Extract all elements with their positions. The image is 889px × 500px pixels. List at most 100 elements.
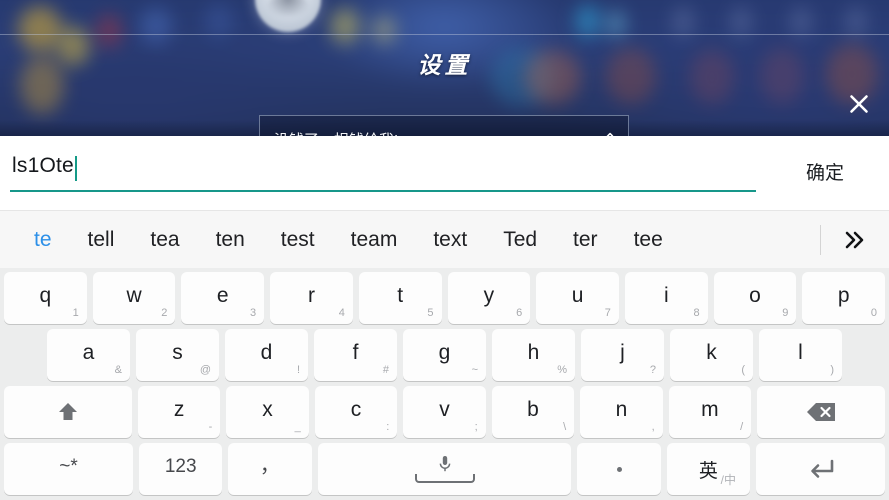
key-z[interactable]: z- (137, 386, 221, 438)
symbols-key[interactable]: ~* (4, 443, 134, 495)
space-key[interactable] (317, 443, 572, 495)
key-main-label: o (749, 283, 761, 307)
virtual-keyboard: q1w2e3r4t5y6u7i8o9p0 a & s @ d! f # g ~ h% j? k(l) … (0, 268, 889, 500)
suggestion-item[interactable]: team (333, 211, 416, 268)
period-icon (616, 466, 622, 472)
enter-key[interactable] (755, 443, 886, 495)
suggestion-item[interactable]: te (16, 211, 70, 268)
key-alt-label: 1 (72, 307, 79, 319)
key-main-label: d (260, 340, 273, 364)
key-main-label: m (701, 397, 719, 421)
key-a[interactable]: a & (47, 329, 130, 381)
key-alt-label: 6 (516, 307, 523, 319)
input-value: ls1Ote (12, 154, 74, 177)
suggestion-list[interactable]: te tell tea ten test team text Ted ter tee (0, 211, 814, 268)
key-g[interactable]: g ~ (403, 329, 486, 381)
key-y[interactable]: y6 (447, 272, 531, 324)
enter-icon (804, 458, 836, 480)
key-j[interactable]: j? (581, 329, 664, 381)
close-button[interactable] (839, 84, 879, 124)
key-k[interactable]: k( (670, 329, 753, 381)
expand-suggestions-button[interactable] (821, 211, 889, 269)
suggestion-bar: te tell tea ten test team text Ted ter tee (0, 210, 889, 268)
key-b[interactable]: b \ (491, 386, 575, 438)
key-main-label: x (262, 397, 273, 421)
key-q[interactable]: q1 (4, 272, 87, 324)
key-main-label: h (527, 340, 540, 364)
numbers-label: 123 (164, 455, 197, 477)
backspace-key[interactable] (757, 386, 885, 438)
key-e[interactable]: e3 (181, 272, 265, 324)
key-s[interactable]: s @ (136, 329, 219, 381)
suggestion-item[interactable]: tee (616, 211, 681, 268)
search-input[interactable]: ls1Ote (10, 150, 756, 194)
key-alt-label: 4 (338, 307, 345, 319)
comma-key[interactable]: ， (228, 443, 312, 495)
suggestion-item[interactable]: test (263, 211, 333, 268)
key-main-label: f (352, 340, 359, 364)
key-alt-label: ? (649, 364, 656, 376)
input-underline (10, 190, 756, 192)
period-key[interactable] (577, 443, 661, 495)
language-switch-key[interactable]: 英 /中 (666, 443, 750, 495)
key-n[interactable]: n, (580, 386, 663, 438)
key-main-label: b (527, 397, 539, 421)
text-caret (75, 156, 77, 181)
key-i[interactable]: i8 (624, 272, 708, 324)
key-alt-label: & (114, 364, 122, 376)
key-x[interactable]: x _ (226, 386, 309, 438)
key-main-label: k (706, 340, 717, 364)
suggestion-item[interactable]: text (415, 211, 485, 268)
key-t[interactable]: t5 (358, 272, 442, 324)
key-main-label: y (483, 283, 495, 307)
keyboard-row-1: q1w2e3r4t5y6u7i8o9p0 (4, 272, 886, 324)
key-alt-label: 0 (870, 307, 878, 319)
key-alt-label: # (382, 364, 389, 376)
key-main-label: q (39, 283, 52, 307)
text-edit-bar: ls1Ote 确定 (0, 136, 889, 210)
key-w[interactable]: w2 (92, 272, 176, 324)
suggestion-item[interactable]: tea (132, 211, 197, 268)
suggestion-item[interactable]: tell (70, 211, 133, 268)
key-o[interactable]: o9 (713, 272, 797, 324)
suggestion-item[interactable]: ten (198, 211, 263, 268)
shift-icon (55, 400, 81, 424)
key-m[interactable]: m / (668, 386, 752, 438)
chevron-double-right-icon (845, 231, 864, 248)
key-u[interactable]: u7 (536, 272, 619, 324)
keyboard-row-2: a & s @ d! f # g ~ h% j? k(l) (4, 329, 885, 381)
key-alt-label: , (651, 421, 655, 433)
key-c[interactable]: c: (314, 386, 398, 438)
key-main-label: v (439, 397, 450, 421)
key-alt-label: - (208, 421, 213, 433)
key-main-label: l (798, 340, 803, 364)
key-main-label: z (173, 397, 185, 421)
space-glyph-group (414, 455, 475, 483)
key-alt-label: 2 (161, 307, 168, 319)
confirm-button[interactable]: 确定 (780, 154, 870, 189)
key-alt-label: ! (296, 364, 300, 376)
key-f[interactable]: f # (314, 329, 397, 381)
key-alt-label: 7 (604, 307, 611, 319)
key-main-label: g (438, 340, 451, 364)
key-main-label: r (307, 283, 315, 307)
settings-dialog: 设置 没钱了，捐钱给我! (0, 34, 889, 163)
suggestion-item[interactable]: Ted (485, 211, 555, 268)
key-alt-label: % (557, 364, 567, 376)
key-main-label: a (82, 340, 95, 364)
keyboard-row-3: z - x _ c: v; b \ n, m / (4, 386, 885, 438)
numbers-key[interactable]: 123 (139, 443, 223, 495)
backspace-icon (805, 401, 837, 423)
key-p[interactable]: p0 (802, 272, 886, 324)
key-main-label: e (216, 283, 229, 307)
suggestion-item[interactable]: ter (555, 211, 616, 268)
close-icon (850, 95, 868, 113)
key-l[interactable]: l) (759, 329, 842, 381)
key-main-label: n (615, 397, 628, 421)
key-main-label: j (620, 340, 625, 364)
key-d[interactable]: d! (225, 329, 308, 381)
shift-key[interactable] (4, 386, 132, 438)
key-h[interactable]: h% (492, 329, 575, 381)
key-r[interactable]: r4 (270, 272, 353, 324)
key-v[interactable]: v; (403, 386, 486, 438)
